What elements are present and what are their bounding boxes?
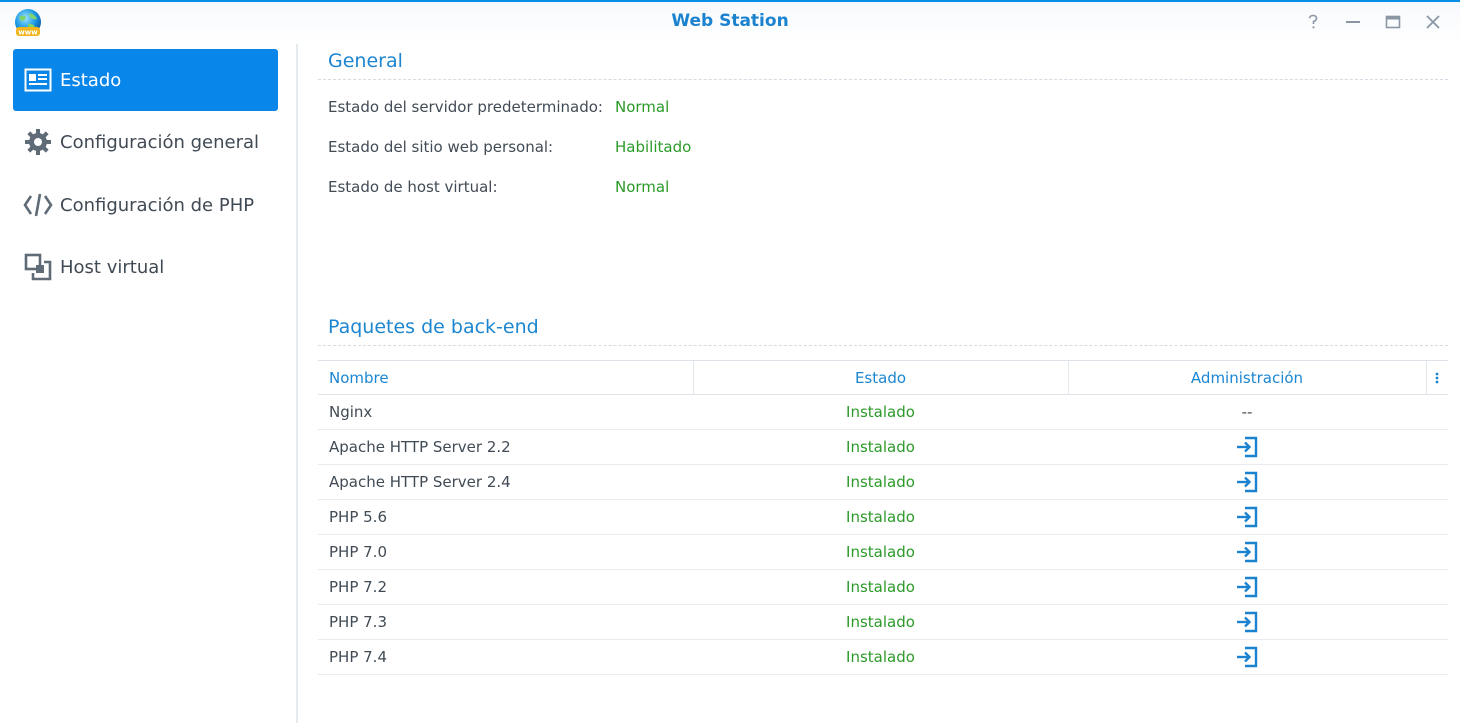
table-row[interactable]: PHP 7.2 Instalado	[318, 570, 1448, 605]
open-icon[interactable]	[1068, 500, 1426, 534]
sidebar-item-label: Estado	[60, 69, 122, 91]
minimize-icon[interactable]	[1341, 10, 1365, 34]
package-status: Instalado	[846, 648, 915, 666]
open-icon[interactable]	[1068, 605, 1426, 639]
sidebar-item-host-virtual[interactable]: Host virtual	[13, 236, 278, 298]
sidebar-item-estado[interactable]: Estado	[13, 49, 278, 111]
column-header-nombre[interactable]: Nombre	[329, 361, 389, 395]
backend-section-title: Paquetes de back-end	[328, 316, 539, 338]
open-icon[interactable]	[1068, 570, 1426, 604]
package-name: Apache HTTP Server 2.4	[329, 473, 511, 491]
code-brackets-icon	[23, 190, 53, 220]
title-bar-accent-line	[0, 0, 1460, 2]
admin-placeholder: --	[1241, 403, 1253, 421]
table-row[interactable]: PHP 7.4 Instalado	[318, 640, 1448, 675]
open-icon[interactable]	[1068, 430, 1426, 464]
sidebar-item-label: Configuración general	[60, 131, 260, 153]
table-row[interactable]: PHP 7.3 Instalado	[318, 605, 1448, 640]
column-header-administracion[interactable]: Administración	[1068, 361, 1426, 395]
open-icon[interactable]	[1068, 640, 1426, 674]
field-row: Estado del servidor predeterminado: Norm…	[328, 98, 1028, 120]
web-station-window: www Web Station Estado Configuración gen…	[0, 0, 1460, 723]
package-name: PHP 5.6	[329, 508, 387, 526]
package-name: PHP 7.3	[329, 613, 387, 631]
sidebar: Estado Configuración general Configuraci…	[0, 44, 296, 723]
sidebar-item-configuracion-general[interactable]: Configuración general	[13, 111, 278, 173]
field-label: Estado del servidor predeterminado:	[328, 98, 603, 116]
section-divider	[318, 79, 1448, 80]
package-name: PHP 7.4	[329, 648, 387, 666]
package-status: Instalado	[846, 613, 915, 631]
table-row[interactable]: Apache HTTP Server 2.2 Instalado	[318, 430, 1448, 465]
package-status: Instalado	[846, 403, 915, 421]
package-name: PHP 7.0	[329, 543, 387, 561]
close-icon[interactable]	[1421, 10, 1445, 34]
table-row[interactable]: PHP 7.0 Instalado	[318, 535, 1448, 570]
main-content: General Estado del servidor predetermina…	[318, 44, 1448, 723]
virtual-host-icon	[23, 252, 53, 282]
package-name: Apache HTTP Server 2.2	[329, 438, 511, 456]
sidebar-item-configuracion-php[interactable]: Configuración de PHP	[13, 174, 278, 236]
table-row[interactable]: Apache HTTP Server 2.4 Instalado	[318, 465, 1448, 500]
section-divider	[318, 345, 1448, 346]
package-status: Instalado	[846, 543, 915, 561]
title-bar[interactable]: www Web Station	[0, 0, 1460, 44]
help-icon[interactable]	[1301, 10, 1325, 34]
open-icon[interactable]	[1068, 465, 1426, 499]
package-name: Nginx	[329, 403, 373, 421]
maximize-icon[interactable]	[1381, 10, 1405, 34]
field-value: Normal	[615, 98, 670, 116]
package-status: Instalado	[846, 578, 915, 596]
table-body: Nginx Instalado -- Apache HTTP Server 2.2 In…	[318, 395, 1448, 675]
field-label: Estado del sitio web personal:	[328, 138, 554, 156]
table-header: Nombre Estado Administración	[318, 360, 1448, 395]
field-row: Estado del sitio web personal: Habilitad…	[328, 138, 1028, 160]
status-card-icon	[23, 65, 53, 95]
column-options-icon[interactable]	[1426, 361, 1448, 395]
table-row[interactable]: Nginx Instalado --	[318, 395, 1448, 430]
sidebar-divider	[296, 44, 298, 723]
backend-packages-table: Nombre Estado Administración Nginx Instal…	[318, 360, 1448, 675]
table-row[interactable]: PHP 5.6 Instalado	[318, 500, 1448, 535]
field-row: Estado de host virtual: Normal	[328, 178, 1028, 200]
open-icon[interactable]	[1068, 535, 1426, 569]
sidebar-item-label: Host virtual	[60, 256, 165, 278]
package-status: Instalado	[846, 438, 915, 456]
package-name: PHP 7.2	[329, 578, 387, 596]
column-header-estado[interactable]: Estado	[693, 361, 1068, 395]
general-section-title: General	[328, 50, 403, 72]
sidebar-item-label: Configuración de PHP	[60, 194, 255, 216]
field-value: Habilitado	[615, 138, 692, 156]
field-label: Estado de host virtual:	[328, 178, 498, 196]
package-status: Instalado	[846, 473, 915, 491]
field-value: Normal	[615, 178, 670, 196]
window-title: Web Station	[671, 11, 789, 31]
gear-icon	[23, 127, 53, 157]
package-status: Instalado	[846, 508, 915, 526]
